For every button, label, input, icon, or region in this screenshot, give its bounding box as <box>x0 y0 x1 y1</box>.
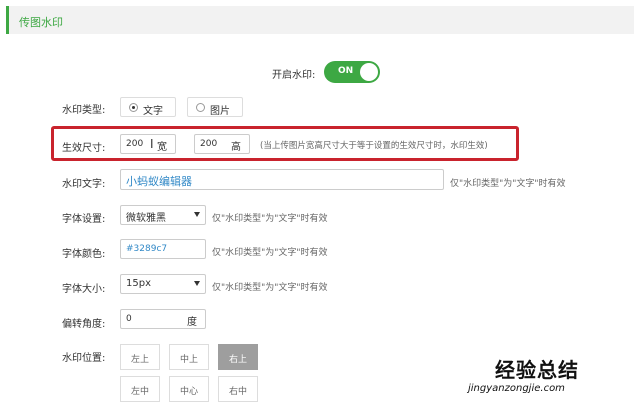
rotate-input[interactable]: 0 度 <box>120 309 206 329</box>
radio-selected-icon <box>129 103 138 112</box>
text-label: 水印文字: <box>62 179 106 190</box>
position-center[interactable]: 中心 <box>169 376 209 402</box>
enable-label: 开启水印: <box>272 70 316 81</box>
text-input-value: 小蚂蚁编辑器 <box>126 175 192 188</box>
position-middle-right[interactable]: 右中 <box>218 376 258 402</box>
chevron-down-icon <box>194 281 200 286</box>
text-input[interactable]: 小蚂蚁编辑器 <box>120 169 444 190</box>
text-cursor-icon: I <box>150 137 154 151</box>
font-select-value: 微软雅黑 <box>126 213 166 224</box>
rotate-label: 偏转角度: <box>62 319 106 330</box>
size-width-unit: 宽 <box>157 142 167 153</box>
type-option-text-label: 文字 <box>143 106 163 117</box>
watermark-text: 经验总结 <box>495 358 579 382</box>
fontsize-label: 字体大小: <box>62 284 106 295</box>
text-hint: 仅"水印类型"为"文字"时有效 <box>450 179 566 189</box>
position-top-center[interactable]: 中上 <box>169 344 209 370</box>
position-top-left[interactable]: 左上 <box>120 344 160 370</box>
type-option-image-label: 图片 <box>210 106 230 117</box>
size-hint: (当上传图片宽高尺寸大于等于设置的生效尺寸时，水印生效) <box>260 141 488 151</box>
fontsize-hint: 仅"水印类型"为"文字"时有效 <box>212 283 328 293</box>
type-label: 水印类型: <box>62 105 106 116</box>
chevron-down-icon <box>194 212 200 217</box>
size-width-value: 200 <box>126 139 144 149</box>
size-label: 生效尺寸: <box>62 143 106 154</box>
font-label: 字体设置: <box>62 214 106 225</box>
section-title: 传图水印 <box>19 16 63 29</box>
type-option-image[interactable]: 图片 <box>187 97 243 117</box>
fontsize-select-value: 15px <box>126 278 151 289</box>
rotate-input-value: 0 <box>126 314 132 324</box>
type-option-text[interactable]: 文字 <box>120 97 176 117</box>
position-label: 水印位置: <box>62 353 106 364</box>
color-hint: 仅"水印类型"为"文字"时有效 <box>212 248 328 258</box>
color-input[interactable]: #3289c7 <box>120 239 206 259</box>
enable-toggle[interactable]: ON <box>324 61 380 83</box>
rotate-unit: 度 <box>187 317 197 328</box>
fontsize-select[interactable]: 15px <box>120 274 206 294</box>
size-height-unit: 高 <box>231 142 241 153</box>
color-input-value: #3289c7 <box>126 244 168 254</box>
font-hint: 仅"水印类型"为"文字"时有效 <box>212 214 328 224</box>
toggle-state: ON <box>338 66 354 76</box>
color-label: 字体颜色: <box>62 249 106 260</box>
size-height-input[interactable]: 200 高 <box>194 134 250 154</box>
position-top-right[interactable]: 右上 <box>218 344 258 370</box>
section-header: 传图水印 <box>6 6 634 34</box>
font-select[interactable]: 微软雅黑 <box>120 205 206 225</box>
toggle-knob <box>360 63 378 81</box>
radio-unselected-icon <box>196 103 205 112</box>
watermark-url: jingyanzongjie.com <box>468 383 565 394</box>
size-width-input[interactable]: 200 I 宽 <box>120 134 176 154</box>
size-height-value: 200 <box>200 139 218 149</box>
position-middle-left[interactable]: 左中 <box>120 376 160 402</box>
